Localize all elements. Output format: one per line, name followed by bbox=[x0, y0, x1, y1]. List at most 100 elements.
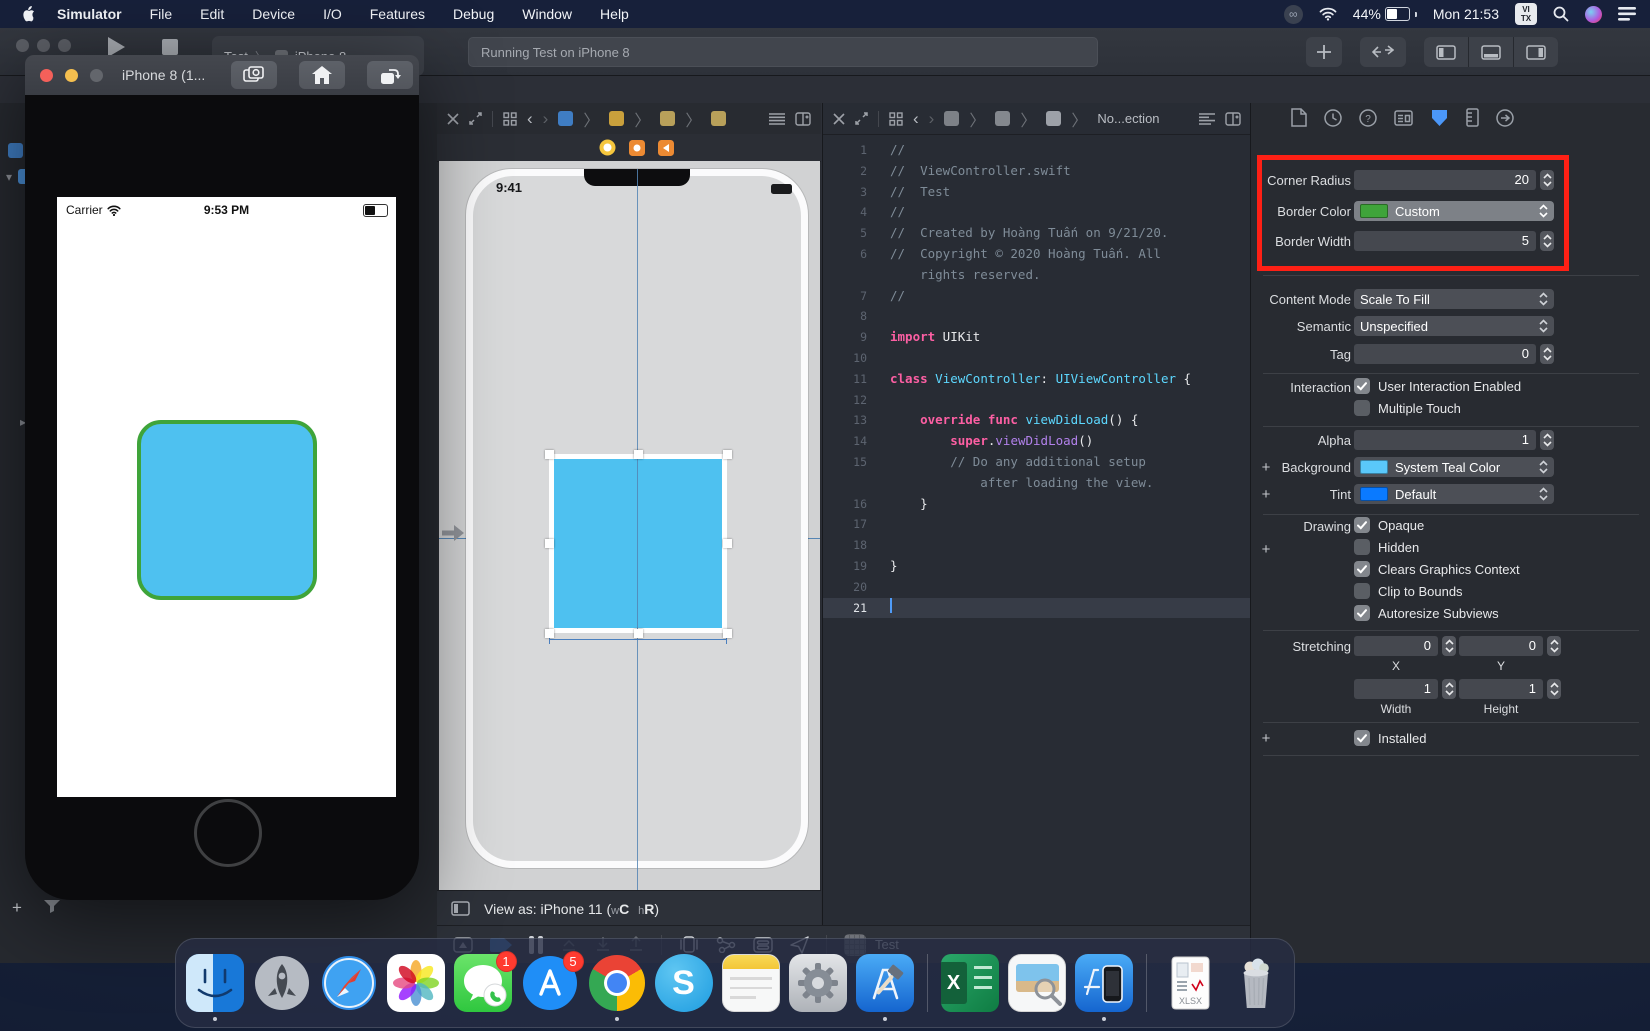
creative-cloud-icon[interactable]: ∞ bbox=[1284, 5, 1303, 24]
menu-window[interactable]: Window bbox=[508, 0, 586, 28]
menu-edit[interactable]: Edit bbox=[186, 0, 238, 28]
expand-editor-icon[interactable] bbox=[855, 112, 868, 125]
stretching-width-field[interactable]: 1 bbox=[1354, 679, 1438, 699]
app-crumb-icon[interactable] bbox=[558, 111, 573, 126]
checkbox-clip-to-bounds[interactable]: Clip to Bounds bbox=[1354, 583, 1463, 599]
checkbox-hidden[interactable]: Hidden bbox=[1354, 539, 1419, 555]
sim-rotate-button[interactable] bbox=[367, 61, 413, 89]
checkbox-multiple-touch[interactable]: Multiple Touch bbox=[1354, 400, 1461, 416]
stretching-y-stepper[interactable] bbox=[1547, 636, 1561, 656]
checkbox-opaque[interactable]: Opaque bbox=[1354, 517, 1424, 533]
tab-connections-inspector[interactable] bbox=[1496, 109, 1514, 127]
tab-size-inspector[interactable] bbox=[1466, 108, 1479, 127]
installed-checkbox[interactable]: Installed bbox=[1354, 730, 1426, 746]
menu-help[interactable]: Help bbox=[586, 0, 643, 28]
code-line[interactable]: 19} bbox=[823, 556, 1251, 577]
code-review-button[interactable] bbox=[1360, 37, 1406, 67]
toggle-inspectors-button[interactable] bbox=[1514, 37, 1558, 67]
code-line[interactable]: 20 bbox=[823, 577, 1251, 598]
stretching-y-field[interactable]: 0 bbox=[1459, 636, 1543, 656]
selected-view[interactable] bbox=[549, 454, 727, 633]
dock-item-safari[interactable] bbox=[319, 946, 379, 1020]
code-line[interactable]: after loading the view. bbox=[823, 473, 1251, 494]
siri-icon[interactable] bbox=[1585, 6, 1602, 23]
menubar-clock[interactable]: Mon 21:53 bbox=[1433, 6, 1499, 22]
dock-item-excel[interactable]: X bbox=[940, 946, 1000, 1020]
add-installed-attr-button[interactable]: + bbox=[1259, 730, 1273, 747]
menu-features[interactable]: Features bbox=[356, 0, 439, 28]
forward-icon[interactable]: › bbox=[929, 109, 935, 129]
expand-editor-icon[interactable] bbox=[469, 112, 482, 125]
code-line[interactable]: 8 bbox=[823, 306, 1251, 327]
dock-item-photos[interactable] bbox=[386, 946, 446, 1020]
tag-field[interactable]: 0 bbox=[1354, 344, 1536, 364]
checkbox-user-interaction-enabled[interactable]: User Interaction Enabled bbox=[1354, 378, 1521, 394]
code-line[interactable]: 15 // Do any additional setup bbox=[823, 452, 1251, 473]
dock-item-preview[interactable] bbox=[1007, 946, 1067, 1020]
alpha-field[interactable]: 1 bbox=[1354, 430, 1536, 450]
code-line[interactable]: 14 super.viewDidLoad() bbox=[823, 431, 1251, 452]
code-line[interactable]: 4// bbox=[823, 202, 1251, 223]
back-icon[interactable]: ‹ bbox=[527, 109, 533, 129]
background-popup[interactable]: System Teal Color bbox=[1354, 457, 1554, 477]
checkbox-autoresize-subviews[interactable]: Autoresize Subviews bbox=[1354, 605, 1499, 621]
toggle-navigator-button[interactable] bbox=[1424, 37, 1468, 67]
tint-popup[interactable]: Default bbox=[1354, 484, 1554, 504]
simulator-window[interactable]: iPhone 8 (1... Carrier 9:53 PM bbox=[25, 55, 419, 900]
sim-home-button[interactable] bbox=[299, 61, 345, 89]
dock-item-skype[interactable]: S bbox=[654, 946, 714, 1020]
add-editor-icon[interactable] bbox=[795, 112, 811, 126]
toggle-debug-area-button[interactable] bbox=[1469, 37, 1513, 67]
file-crumb-icon[interactable] bbox=[660, 111, 675, 126]
code-line[interactable]: 5// Created by Hoàng Tuấn on 9/21/20. bbox=[823, 223, 1251, 244]
code-line[interactable]: 18 bbox=[823, 535, 1251, 556]
code-line[interactable]: 12 bbox=[823, 390, 1251, 411]
simulator-titlebar[interactable]: iPhone 8 (1... bbox=[25, 55, 419, 95]
code-line[interactable]: rights reserved. bbox=[823, 265, 1251, 286]
related-items-icon[interactable] bbox=[503, 112, 517, 126]
dock-item-trash[interactable] bbox=[1226, 946, 1286, 1020]
window-zoom-button[interactable] bbox=[58, 39, 71, 52]
folder-crumb-icon[interactable] bbox=[609, 111, 624, 126]
sim-close-button[interactable] bbox=[40, 69, 53, 82]
outline-toggle-icon[interactable] bbox=[769, 113, 785, 125]
tab-quick-help-inspector[interactable]: ? bbox=[1359, 109, 1377, 127]
menu-device[interactable]: Device bbox=[238, 0, 309, 28]
tab-history-inspector[interactable] bbox=[1324, 109, 1342, 127]
wifi-icon[interactable] bbox=[1319, 7, 1337, 21]
view-as-bar[interactable]: View as: iPhone 11 (wC hR) bbox=[437, 890, 821, 926]
dock-item-appstore[interactable]: 5 bbox=[520, 946, 580, 1020]
menu-file[interactable]: File bbox=[136, 0, 187, 28]
filter-icon[interactable] bbox=[44, 900, 60, 913]
code-area[interactable]: 1//2// ViewController.swift3// Test4//5/… bbox=[823, 134, 1251, 963]
close-editor-icon[interactable] bbox=[833, 113, 845, 125]
window-close-button[interactable] bbox=[16, 39, 29, 52]
code-line[interactable]: 3// Test bbox=[823, 182, 1251, 203]
code-line[interactable]: 13 override func viewDidLoad() { bbox=[823, 410, 1251, 431]
battery-status[interactable]: 44% bbox=[1353, 6, 1417, 22]
iphone8-screen[interactable]: Carrier 9:53 PM bbox=[57, 197, 396, 797]
content-mode-popup[interactable]: Scale To Fill bbox=[1354, 289, 1554, 309]
dock-item-chrome[interactable] bbox=[587, 946, 647, 1020]
semantic-popup[interactable]: Unspecified bbox=[1354, 316, 1554, 336]
dock-item-finder[interactable] bbox=[185, 946, 245, 1020]
add-item-button[interactable]: + bbox=[12, 898, 22, 918]
code-line[interactable]: 11class ViewController: UIViewController… bbox=[823, 369, 1251, 390]
app-crumb-icon[interactable] bbox=[944, 111, 959, 126]
minimap-icon[interactable] bbox=[1199, 113, 1215, 125]
add-attr-button[interactable]: + bbox=[1259, 541, 1273, 558]
control-center-icon[interactable] bbox=[1618, 7, 1636, 21]
checkbox-clears-graphics-context[interactable]: Clears Graphics Context bbox=[1354, 561, 1520, 577]
tab-file-inspector[interactable] bbox=[1291, 108, 1307, 127]
code-line[interactable]: 10 bbox=[823, 348, 1251, 369]
sim-minimize-button[interactable] bbox=[65, 69, 78, 82]
swift-file-crumb-icon[interactable] bbox=[1046, 111, 1061, 126]
code-line[interactable]: 17 bbox=[823, 514, 1251, 535]
close-editor-icon[interactable] bbox=[447, 113, 459, 125]
file-crumb-icon2[interactable] bbox=[711, 111, 726, 126]
dock-item-messages[interactable]: 1 bbox=[453, 946, 513, 1020]
stop-button[interactable] bbox=[162, 39, 178, 55]
dock-item-sysprefs[interactable] bbox=[788, 946, 848, 1020]
menu-debug[interactable]: Debug bbox=[439, 0, 508, 28]
alpha-stepper[interactable] bbox=[1540, 430, 1554, 450]
